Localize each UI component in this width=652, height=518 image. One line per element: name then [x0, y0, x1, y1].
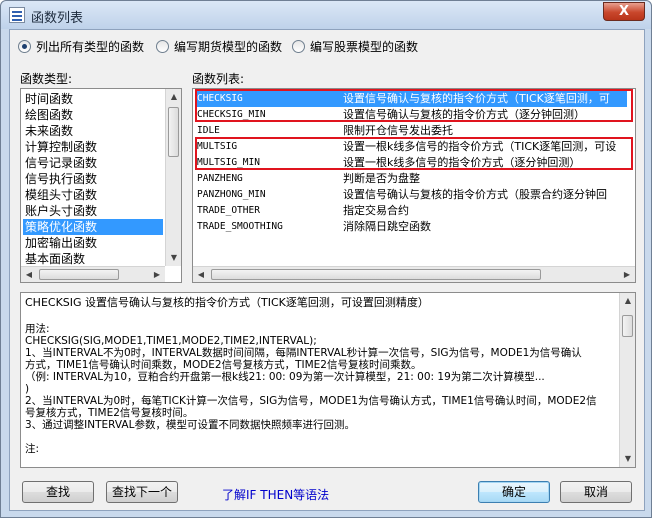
highlight-box: [195, 137, 633, 170]
list-item[interactable]: 模组头寸函数: [25, 187, 97, 203]
scroll-up-icon[interactable]: ▲: [166, 89, 182, 105]
close-button[interactable]: X: [603, 2, 645, 21]
list-item[interactable]: 账户头寸函数: [25, 203, 97, 219]
radio-selected-icon: [18, 40, 31, 53]
ok-button[interactable]: 确定: [478, 481, 550, 503]
find-button[interactable]: 查找: [22, 481, 94, 503]
description-line: 用法:: [25, 323, 50, 335]
radio-stock-functions[interactable]: 编写股票模型的函数: [292, 38, 418, 55]
app-icon: [9, 7, 25, 23]
list-item[interactable]: 信号执行函数: [25, 171, 97, 187]
scroll-left-icon[interactable]: ◀: [193, 267, 209, 283]
description-line: 注:: [25, 443, 40, 455]
description-line: 方式，TIME1信号确认时间乘数，MODE2信号复核方式，TIME2信号复核时间…: [25, 359, 422, 371]
list-item[interactable]: 基本面函数: [25, 251, 85, 267]
scroll-thumb[interactable]: [168, 107, 179, 157]
description-line: CHECKSIG(SIG,MODE1,TIME1,MODE2,TIME2,INT…: [25, 335, 317, 347]
scroll-left-icon[interactable]: ◀: [21, 267, 37, 283]
list-item[interactable]: 加密输出函数: [25, 235, 97, 251]
types-vertical-scrollbar[interactable]: ▲ ▼: [165, 89, 181, 266]
function-desc: 判断是否为盘整: [343, 172, 420, 185]
scroll-thumb[interactable]: [622, 315, 633, 337]
functions-label: 函数列表:: [192, 72, 245, 86]
radio-all-functions[interactable]: 列出所有类型的函数: [18, 38, 144, 55]
scroll-up-icon[interactable]: ▲: [620, 293, 635, 309]
description-line: 3、通过调整INTERVAL参数，模型可设置不同数据快照频率进行回测。: [25, 419, 355, 431]
function-name: PANZHONG_MIN: [197, 189, 266, 200]
radio-futures-functions[interactable]: 编写期货模型的函数: [156, 38, 282, 55]
cancel-button[interactable]: 取消: [560, 481, 632, 503]
radio-label: 编写期货模型的函数: [174, 40, 283, 54]
list-item-selected[interactable]: 策略优化函数: [23, 219, 163, 235]
description-line: CHECKSIG 设置信号确认与复核的指令价方式（TICK逐笔回测，可设置回测精…: [25, 296, 429, 309]
list-item[interactable]: 未来函数: [25, 123, 73, 139]
window-title: 函数列表: [31, 11, 84, 26]
scroll-down-icon[interactable]: ▼: [620, 451, 635, 467]
list-item[interactable]: 信号记录函数: [25, 155, 97, 171]
functions-horizontal-scrollbar[interactable]: ◀ ▶: [193, 266, 635, 282]
description-line: 号复核方式，TIME2信号复核时间。: [25, 407, 194, 419]
dialog-body: 列出所有类型的函数 编写期货模型的函数 编写股票模型的函数 函数类型: 函数列表…: [9, 29, 645, 511]
description-panel[interactable]: CHECKSIG 设置信号确认与复核的指令价方式（TICK逐笔回测，可设置回测精…: [20, 292, 636, 468]
description-vertical-scrollbar[interactable]: ▲ ▼: [619, 293, 635, 467]
types-horizontal-scrollbar[interactable]: ◀ ▶: [21, 266, 165, 282]
scroll-thumb[interactable]: [39, 269, 119, 280]
list-item[interactable]: 时间函数: [25, 91, 73, 107]
radio-label: 列出所有类型的函数: [36, 40, 145, 54]
description-line: ): [25, 383, 30, 395]
radio-unselected-icon: [292, 40, 305, 53]
list-item[interactable]: 计算控制函数: [25, 139, 97, 155]
function-name: TRADE_SMOOTHING: [197, 221, 283, 232]
description-line: 1、当INTERVAL不为0时，INTERVAL数据时间间隔，每隔INTERVA…: [25, 347, 582, 359]
types-listbox[interactable]: 时间函数 绘图函数 未来函数 计算控制函数 信号记录函数 信号执行函数 模组头寸…: [20, 88, 182, 283]
syntax-help-link[interactable]: 了解IF THEN等语法: [222, 486, 329, 503]
description-line: （例: INTERVAL为10，豆粕合约开盘第一根k线21: 00: 09为第一…: [25, 371, 545, 383]
scroll-thumb[interactable]: [211, 269, 541, 280]
title-bar: 函数列表 X: [1, 1, 651, 29]
function-desc: 消除隔日跳空函数: [343, 220, 431, 233]
function-list-dialog: 函数列表 X 列出所有类型的函数 编写期货模型的函数 编写股票模型的函数 函数类…: [0, 0, 652, 518]
highlight-box: [195, 89, 633, 122]
find-next-button[interactable]: 查找下一个: [106, 481, 178, 503]
scroll-right-icon[interactable]: ▶: [149, 267, 165, 283]
functions-listbox[interactable]: CHECKSIG 设置信号确认与复核的指令价方式（TICK逐笔回测，可 CHEC…: [192, 88, 636, 283]
function-desc: 设置信号确认与复核的指令价方式（股票合约逐分钟回: [343, 188, 607, 201]
function-name: PANZHENG: [197, 173, 243, 184]
description-line: 2、当INTERVAL为0时，每笔TICK计算一次信号，SIG为信号，MODE1…: [25, 395, 597, 407]
scroll-right-icon[interactable]: ▶: [619, 267, 635, 283]
radio-label: 编写股票模型的函数: [310, 40, 419, 54]
function-desc: 指定交易合约: [343, 204, 409, 217]
scroll-down-icon[interactable]: ▼: [166, 250, 182, 266]
list-item[interactable]: 绘图函数: [25, 107, 73, 123]
types-label: 函数类型:: [20, 72, 73, 86]
function-name: TRADE_OTHER: [197, 205, 260, 216]
radio-unselected-icon: [156, 40, 169, 53]
